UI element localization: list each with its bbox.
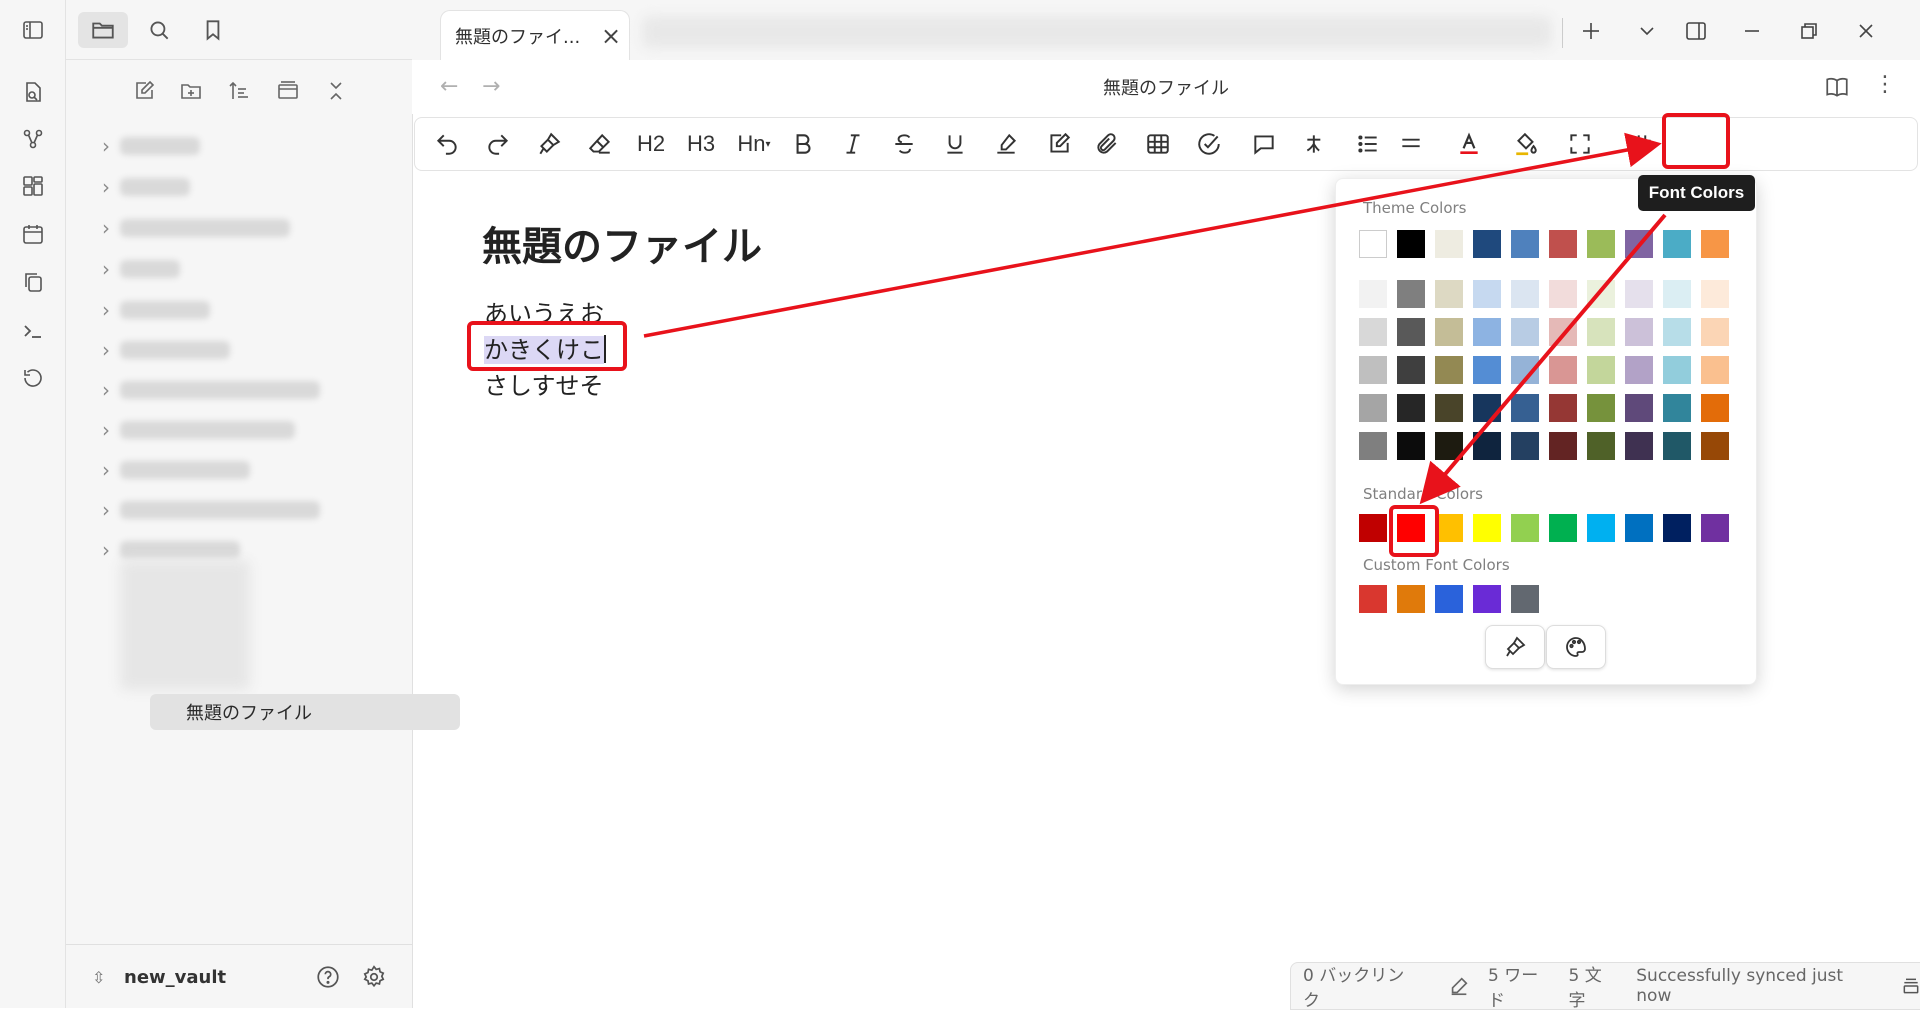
arrow-to-red-swatch: [1419, 213, 1667, 505]
annotation-arrows: [643, 132, 1667, 505]
arrow-to-font-color-button: [643, 132, 1662, 338]
